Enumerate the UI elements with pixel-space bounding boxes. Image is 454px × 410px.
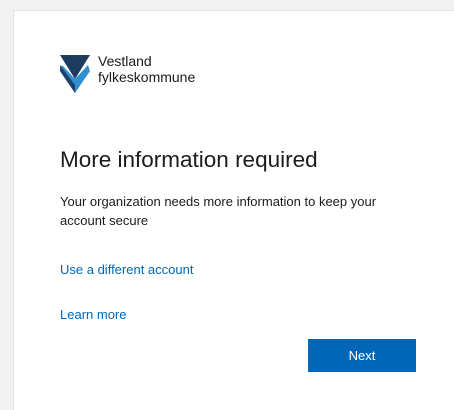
organization-name-line2: fylkeskommune bbox=[98, 69, 196, 85]
next-button[interactable]: Next bbox=[308, 339, 416, 372]
use-different-account-link[interactable]: Use a different account bbox=[60, 262, 193, 277]
organization-name: Vestland fylkeskommune bbox=[98, 53, 195, 85]
page-title: More information required bbox=[60, 147, 318, 172]
organization-name-line1: Vestland bbox=[98, 53, 152, 69]
page-description: Your organization needs more information… bbox=[60, 194, 377, 228]
vestland-shield-icon bbox=[60, 55, 90, 93]
sign-in-card: Vestland fylkeskommune More information … bbox=[13, 10, 454, 410]
organization-logo: Vestland fylkeskommune bbox=[60, 53, 195, 93]
learn-more-link[interactable]: Learn more bbox=[60, 307, 126, 322]
